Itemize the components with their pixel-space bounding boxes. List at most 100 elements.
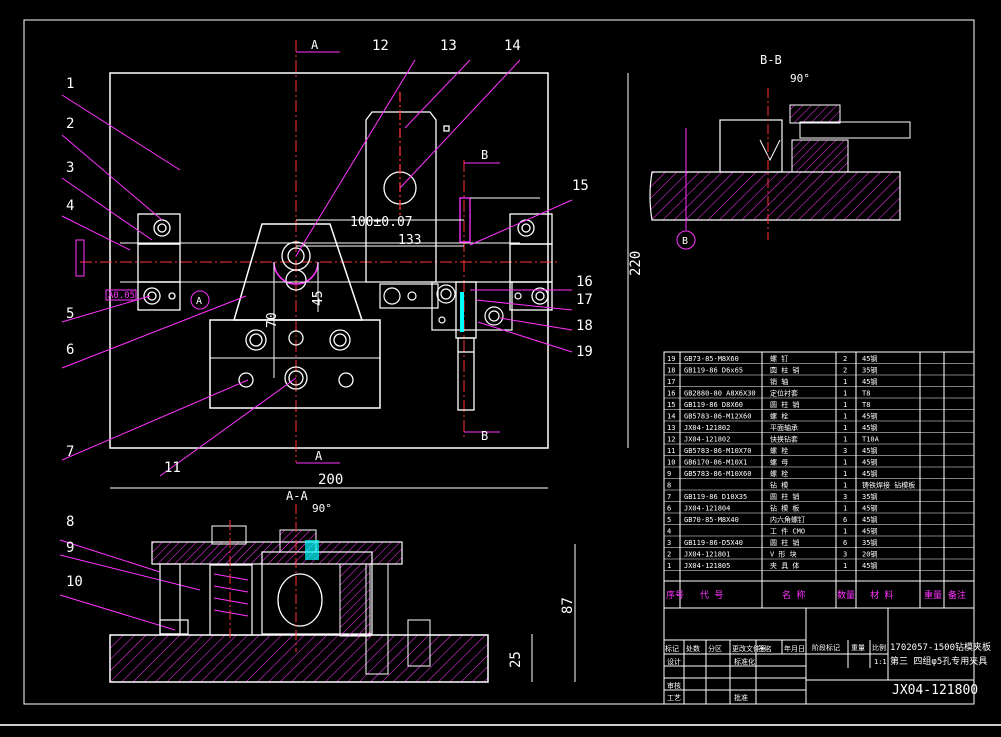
bom-header-qty: 数量 xyxy=(837,589,855,601)
aa-base-hatch xyxy=(109,634,489,683)
bom-cell-material: T10A xyxy=(862,436,880,444)
bom-header-material: 材 料 xyxy=(870,589,893,601)
dim-220: 220 xyxy=(628,251,644,276)
title-block-role: 标准化 xyxy=(734,657,755,666)
part-number-10: 10 xyxy=(66,574,83,590)
scale-value: 1:1 xyxy=(874,658,887,666)
bom-cell-qty: 1 xyxy=(843,401,847,409)
bom-cell-qty: 1 xyxy=(843,424,847,432)
bom-cell-name: 钻 模 板 xyxy=(770,504,799,513)
bom-cell-material: 20钢 xyxy=(862,550,877,559)
bom-cell-qty: 6 xyxy=(843,539,847,547)
bom-cell-code: GB119-86 D6x65 xyxy=(684,367,743,375)
part-number-16: 16 xyxy=(576,274,593,290)
section-a-bottom: A xyxy=(315,449,323,463)
title-block-label: 标记 xyxy=(665,644,679,653)
title-block-label: 签名 xyxy=(758,644,772,653)
section-bb-title: B-B xyxy=(760,53,782,67)
dim-100: 100±0.07 xyxy=(350,215,413,230)
dim-45: 45 xyxy=(311,290,326,306)
part-number-18: 18 xyxy=(576,318,593,334)
bom-cell-name: 内六角螺钉 xyxy=(770,515,805,524)
datum-a-marker: A xyxy=(196,296,202,307)
bom-cell-name: 销 轴 xyxy=(770,377,788,386)
bom-cell-qty: 1 xyxy=(843,470,847,478)
part-number-17: 17 xyxy=(576,292,593,308)
bom-cell-no: 12 xyxy=(667,436,675,444)
bom-cell-qty: 1 xyxy=(843,413,847,421)
bom-cell-no: 5 xyxy=(667,516,671,524)
bom-cell-code: GB119-86-D5X40 xyxy=(684,539,743,547)
bom-header-no: 序号 xyxy=(666,589,684,601)
bom-cell-qty: 2 xyxy=(843,367,847,375)
bom-cell-code: GB6170-86-M10X1 xyxy=(684,459,747,467)
bom-cell-name: 工 件 CMO xyxy=(770,527,805,536)
bom-cell-name: 平面轴承 xyxy=(770,423,798,432)
bom-cell-code: JX04-121802 xyxy=(684,424,730,432)
title-block-label: 分区 xyxy=(708,644,722,653)
bom-cell-code: JX04-121801 xyxy=(684,551,730,559)
bom-cell-name: 快换钻套 xyxy=(770,435,798,444)
bom-cell-code: JX04-121804 xyxy=(684,505,730,513)
part-number-14: 14 xyxy=(504,38,521,54)
title-block-role: 批准 xyxy=(734,693,748,702)
bom-cell-no: 16 xyxy=(667,390,675,398)
title-line2: 第三 四组φ5孔专用夹具 xyxy=(890,655,987,667)
bom-cell-name: 圆 柱 销 xyxy=(770,400,799,409)
bom-cell-code: GB5783-86-M10X70 xyxy=(684,447,751,455)
part-number-19: 19 xyxy=(576,344,593,360)
bom-cell-material: 45钢 xyxy=(862,412,877,421)
bom-cell-qty: 3 xyxy=(843,493,847,501)
dim-200: 200 xyxy=(318,472,343,488)
bom-cell-name: 夹 具 体 xyxy=(770,561,799,570)
bom-cell-code: GB5783-86-M12X60 xyxy=(684,413,751,421)
bom-cell-material: 45钢 xyxy=(862,423,877,432)
bom-cell-material: 45钢 xyxy=(862,354,877,363)
bom-cell-material: 35钢 xyxy=(862,538,877,547)
bom-cell-name: 螺 母 xyxy=(770,458,788,467)
bom-cell-name: 钻 模 xyxy=(770,481,788,490)
bom-cell-material: 45钢 xyxy=(862,504,877,513)
bom-cell-qty: 1 xyxy=(843,505,847,513)
background xyxy=(0,0,1001,733)
bom-cell-qty: 3 xyxy=(843,551,847,559)
title-block-label: 年月日 xyxy=(784,644,805,653)
section-b-bottom: B xyxy=(481,429,488,443)
title-block-label: 处数 xyxy=(686,644,700,653)
drawing-number: JX04-121800 xyxy=(892,683,978,698)
bom-cell-qty: 6 xyxy=(843,516,847,524)
part-number-12: 12 xyxy=(372,38,389,54)
bom-cell-qty: 1 xyxy=(843,436,847,444)
title-line1: 1702057-1500钻模夹板 xyxy=(890,641,991,653)
section-bb-angle: 90° xyxy=(790,72,810,85)
bom-cell-material: 35钢 xyxy=(862,366,877,375)
svg-text:A0.05: A0.05 xyxy=(108,291,135,301)
bom-cell-material: 45钢 xyxy=(862,527,877,536)
drawing-sheet: A0.05 19 GB73-85-M8X60 螺 钉 2 45钢18 GB119… xyxy=(0,0,1001,733)
bom-cell-material: T8 xyxy=(862,401,870,409)
bom-cell-code: GB119-86 D8X60 xyxy=(684,401,743,409)
bom-cell-name: 圆 柱 销 xyxy=(770,538,799,547)
title-block-role: 设计 xyxy=(667,657,681,666)
part-number-3: 3 xyxy=(66,160,74,176)
bom-cell-material: 45钢 xyxy=(862,561,877,570)
bom-cell-no: 14 xyxy=(667,413,675,421)
bom-cell-code: GB70-85-M8X40 xyxy=(684,516,739,524)
scale-label: 比例 xyxy=(872,643,886,652)
bom-cell-material: T8 xyxy=(862,390,870,398)
part-number-2: 2 xyxy=(66,116,74,132)
part-number-7: 7 xyxy=(66,444,74,460)
bom-cell-material: 45钢 xyxy=(862,377,877,386)
bom-cell-qty: 2 xyxy=(843,355,847,363)
bom-header-weight: 重量 xyxy=(924,589,942,601)
bom-cell-qty: 1 xyxy=(843,482,847,490)
title-block-role: 工艺 xyxy=(667,694,681,702)
section-b-top: B xyxy=(481,148,488,162)
bom-cell-no: 9 xyxy=(667,470,671,478)
bom-header-name: 名 称 xyxy=(782,589,805,601)
bom-cell-no: 8 xyxy=(667,482,671,490)
section-aa-title: A-A xyxy=(286,489,308,503)
bom-cell-material: 45钢 xyxy=(862,458,877,467)
bom-cell-code: JX04-121805 xyxy=(684,562,730,570)
bom-header-note: 备注 xyxy=(948,589,966,601)
